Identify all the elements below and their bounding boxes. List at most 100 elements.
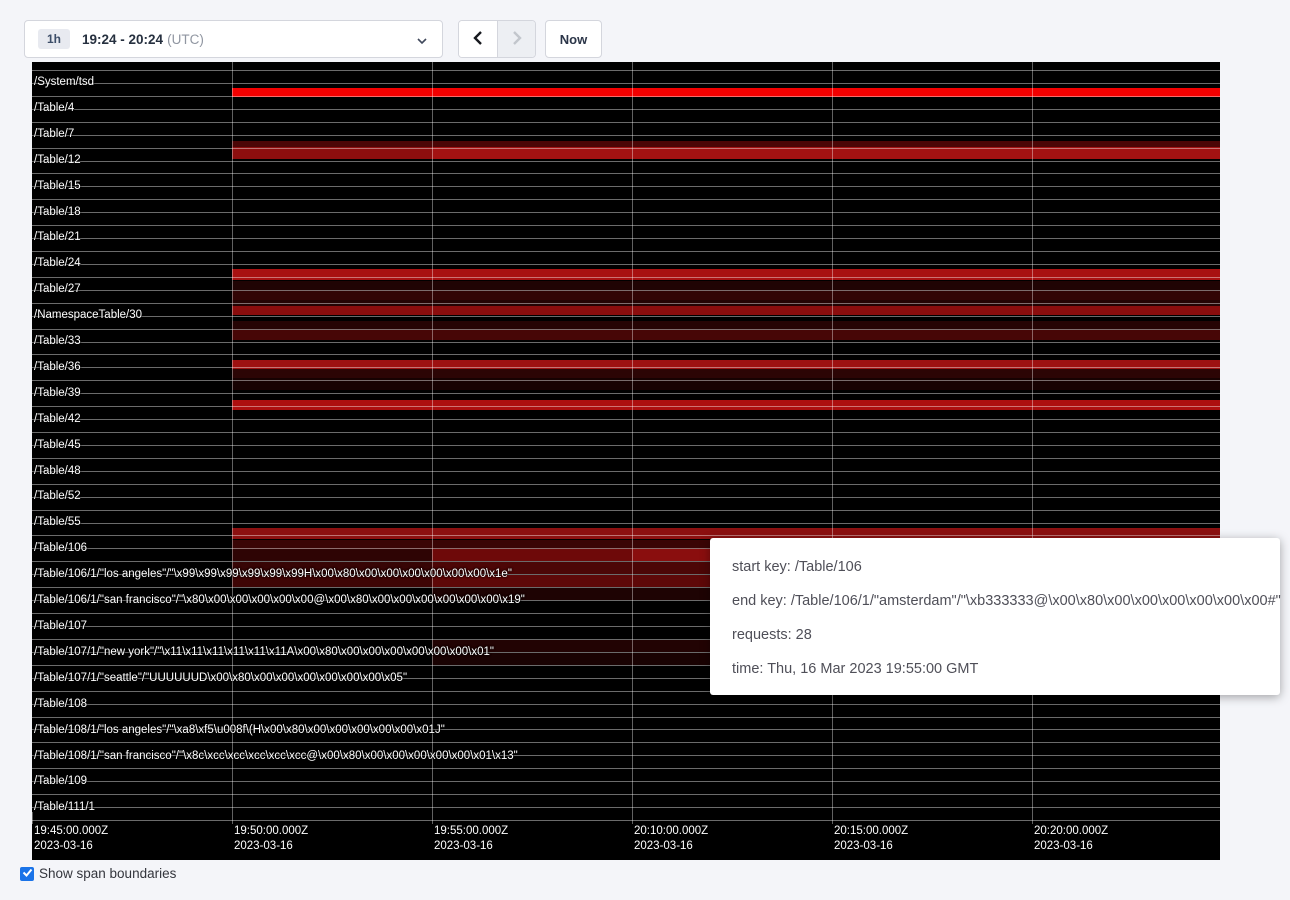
time-gridline	[32, 812, 33, 824]
row-key-label: /Table/7	[34, 128, 74, 140]
tooltip-requests: requests: 28	[732, 618, 1280, 652]
row-key-label: /Table/107/1/"seattle"/"UUUUUUD\x00\x80\…	[34, 672, 407, 684]
span-boundary-line	[32, 96, 1220, 97]
span-boundaries-row: Show span boundaries	[20, 866, 176, 881]
span-boundary-line	[32, 83, 1220, 84]
chevron-down-icon	[416, 34, 428, 52]
span-boundary-line	[32, 173, 1220, 174]
span-boundary-line	[32, 122, 1220, 123]
span-boundary-line	[32, 225, 1220, 226]
time-axis-label: 19:55:00.000Z 2023-03-16	[434, 824, 508, 854]
time-axis-label: 20:20:00.000Z 2023-03-16	[1034, 824, 1108, 854]
row-key-label: /System/tsd	[34, 76, 94, 88]
span-boundary-line	[32, 484, 1220, 485]
time-nav-group	[458, 20, 536, 58]
span-boundary-line	[32, 277, 1220, 278]
span-boundary-line	[32, 419, 1220, 420]
span-boundary-line	[32, 510, 1220, 511]
span-boundary-line	[32, 264, 1220, 265]
row-key-label: /Table/36	[34, 361, 81, 373]
row-key-label: /Table/21	[34, 231, 81, 243]
show-span-boundaries-checkbox[interactable]	[20, 867, 34, 881]
row-key-label: /Table/106/1/"los angeles"/"\x99\x99\x99…	[34, 568, 512, 580]
span-boundary-line	[32, 807, 1220, 808]
heat-band	[232, 330, 1220, 340]
span-boundary-line	[32, 445, 1220, 446]
row-key-label: /Table/107/1/"new york"/"\x11\x11\x11\x1…	[34, 646, 494, 658]
row-key-label: /Table/107	[34, 620, 87, 632]
time-axis-label: 20:10:00.000Z 2023-03-16	[634, 824, 708, 854]
heat-band	[432, 147, 1220, 159]
span-boundary-line	[32, 161, 1220, 162]
span-boundary-line	[32, 199, 1220, 200]
row-key-label: /Table/45	[34, 439, 81, 451]
key-visualizer-canvas[interactable]: /System/tsd/Table/4/Table/7/Table/12/Tab…	[32, 62, 1220, 860]
row-key-label: /Table/55	[34, 516, 81, 528]
span-boundary-line	[32, 471, 1220, 472]
range-label: 19:24 - 20:24	[82, 32, 163, 47]
hover-tooltip: start key: /Table/106 end key: /Table/10…	[710, 538, 1280, 695]
time-axis-label: 20:15:00.000Z 2023-03-16	[834, 824, 908, 854]
row-key-label: /Table/4	[34, 102, 74, 114]
row-key-label: /Table/108/1/"los angeles"/"\xa8\xf5\u00…	[34, 724, 445, 736]
row-key-label: /Table/42	[34, 413, 81, 425]
span-boundary-line	[32, 781, 1220, 782]
span-boundary-line	[32, 794, 1220, 795]
heat-band	[232, 147, 432, 159]
span-boundary-line	[32, 251, 1220, 252]
row-key-label: /Table/108/1/"san francisco"/"\x8c\xcc\x…	[34, 750, 518, 762]
span-boundary-line	[32, 135, 1220, 136]
row-key-label: /NamespaceTable/30	[34, 309, 142, 321]
tooltip-time: time: Thu, 16 Mar 2023 19:55:00 GMT	[732, 652, 1280, 686]
row-key-label: /Table/48	[34, 465, 81, 477]
chevron-left-icon	[471, 30, 485, 49]
span-boundary-line	[32, 354, 1220, 355]
span-boundary-line	[32, 329, 1220, 330]
row-key-label: /Table/111/1	[34, 801, 95, 813]
now-button[interactable]: Now	[545, 20, 602, 58]
span-boundary-line	[32, 768, 1220, 769]
next-range-button[interactable]	[497, 21, 535, 57]
time-range-picker[interactable]: 1h 19:24 - 20:24 (UTC)	[24, 20, 443, 58]
heat-band	[232, 549, 432, 561]
show-span-boundaries-label: Show span boundaries	[39, 866, 176, 881]
heat-band	[232, 369, 1220, 378]
row-key-label: /Table/15	[34, 180, 81, 192]
span-boundary-line	[32, 148, 1220, 149]
row-key-label: /Table/109	[34, 775, 87, 787]
span-boundary-line	[32, 367, 1220, 368]
heat-band	[232, 269, 1220, 280]
span-boundary-line	[32, 535, 1220, 536]
time-axis-label: 19:45:00.000Z 2023-03-16	[34, 824, 108, 854]
span-boundary-line	[32, 70, 1220, 71]
row-key-label: /Table/106/1/"san francisco"/"\x80\x00\x…	[34, 594, 525, 606]
row-key-label: /Table/106	[34, 542, 87, 554]
heat-band	[232, 306, 1220, 315]
span-boundary-line	[32, 290, 1220, 291]
span-boundary-line	[32, 458, 1220, 459]
time-gridline	[432, 62, 433, 824]
heat-band	[432, 549, 632, 561]
time-gridline	[1032, 62, 1033, 824]
span-boundary-line	[32, 109, 1220, 110]
row-key-label: /Table/39	[34, 387, 81, 399]
span-boundary-line	[32, 820, 1220, 821]
span-boundary-line	[32, 523, 1220, 524]
range-timezone-label: (UTC)	[167, 32, 204, 47]
span-boundary-line	[32, 380, 1220, 381]
span-boundary-line	[32, 303, 1220, 304]
span-boundary-line	[32, 497, 1220, 498]
range-duration-badge: 1h	[38, 29, 70, 49]
span-boundary-line	[32, 704, 1220, 705]
heat-band	[232, 400, 1220, 410]
span-boundary-line	[32, 742, 1220, 743]
row-key-label: /Table/27	[34, 283, 81, 295]
chevron-right-icon	[510, 30, 524, 49]
row-key-label: /Table/24	[34, 257, 81, 269]
span-boundary-line	[32, 432, 1220, 433]
time-gridline	[832, 62, 833, 824]
prev-range-button[interactable]	[459, 21, 497, 57]
row-key-label: /Table/12	[34, 154, 81, 166]
span-boundary-line	[32, 316, 1220, 317]
time-axis-label: 19:50:00.000Z 2023-03-16	[234, 824, 308, 854]
